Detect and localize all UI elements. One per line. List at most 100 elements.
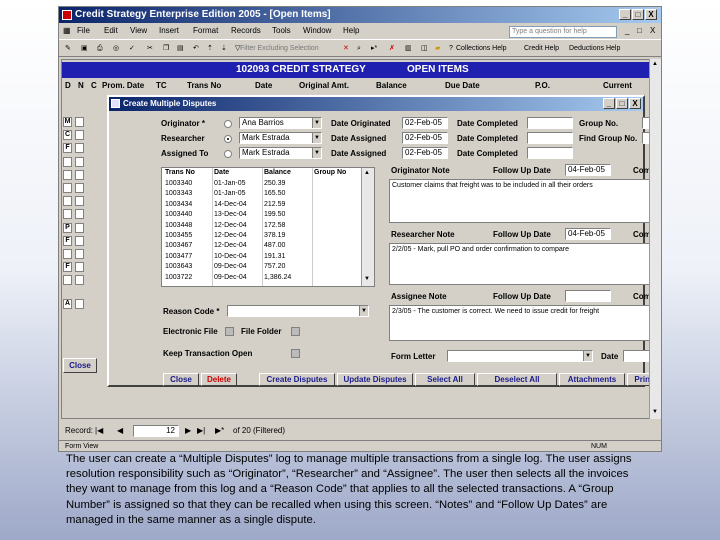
close-form-button[interactable]: Close bbox=[63, 358, 97, 373]
list-item[interactable]: 1003440 13-Dec-04 199.50 bbox=[162, 210, 362, 220]
originator-select[interactable]: Ana Barrios ▼ bbox=[239, 117, 322, 129]
list-item[interactable]: 1003455 12-Dec-04 378.19 bbox=[162, 231, 362, 241]
row-flag-2[interactable] bbox=[75, 222, 84, 233]
row-flag[interactable]: F bbox=[63, 235, 72, 246]
row-flag-2[interactable] bbox=[75, 299, 84, 309]
row-flag[interactable]: A bbox=[63, 299, 72, 309]
list-item[interactable]: 1003467 12-Dec-04 487.00 bbox=[162, 241, 362, 251]
row-flag-2[interactable] bbox=[75, 235, 84, 246]
update-disputes-button[interactable]: Update Disputes bbox=[337, 373, 413, 386]
doc-minimize-button[interactable]: _ bbox=[625, 23, 629, 39]
help-icon[interactable]: ? bbox=[449, 40, 453, 58]
dialog-maximize-button[interactable]: □ bbox=[616, 98, 628, 109]
menu-file[interactable]: File bbox=[77, 23, 90, 39]
menu-insert[interactable]: Insert bbox=[159, 23, 179, 39]
menu-window[interactable]: Window bbox=[303, 23, 331, 39]
prev-record-icon[interactable]: ◀ bbox=[117, 424, 123, 438]
row-flag[interactable] bbox=[63, 183, 72, 193]
date-completed-field[interactable] bbox=[527, 117, 573, 129]
list-item[interactable]: 1003340 01-Jan-05 250.39 bbox=[162, 179, 362, 189]
scroll-up-icon[interactable]: ▲ bbox=[652, 61, 658, 67]
date-completed-field-2[interactable] bbox=[527, 132, 573, 144]
electronic-file-checkbox[interactable] bbox=[225, 327, 234, 336]
help-search-input[interactable]: Type a question for help bbox=[509, 26, 617, 38]
row-flag-2[interactable] bbox=[75, 183, 84, 193]
row-flag-2[interactable] bbox=[75, 156, 84, 167]
menu-help[interactable]: Help bbox=[343, 23, 359, 39]
folder-icon[interactable]: ▰ bbox=[435, 40, 440, 58]
save-icon[interactable]: ▣ bbox=[81, 40, 88, 58]
date-assigned-field-2[interactable]: 02-Feb-05 bbox=[402, 147, 448, 159]
transactions-listbox[interactable]: Trans No Date Balance Group No 1003340 01… bbox=[161, 167, 375, 287]
row-flag-2[interactable] bbox=[75, 209, 84, 220]
originator-followup-field[interactable]: 04-Feb-05 bbox=[565, 164, 611, 176]
form-scrollbar[interactable]: ▲ ▼ bbox=[649, 59, 661, 419]
filter-excluding-button[interactable]: Filter Excluding Selection bbox=[240, 40, 319, 58]
originator-note-text[interactable]: Customer claims that freight was to be i… bbox=[389, 179, 661, 223]
researcher-note-text[interactable]: 2/2/05 - Mark, pull PO and order confirm… bbox=[389, 243, 661, 285]
assigned-to-radio[interactable] bbox=[224, 150, 232, 158]
remove-filter-icon[interactable]: ✕ bbox=[343, 40, 349, 58]
new-record-nav-icon[interactable]: ▶* bbox=[215, 424, 224, 438]
doc-restore-button[interactable]: □ bbox=[637, 23, 642, 39]
undo-icon[interactable]: ↶ bbox=[193, 40, 199, 58]
row-flag[interactable] bbox=[63, 156, 72, 167]
scroll-up-icon[interactable]: ▲ bbox=[364, 170, 370, 176]
delete-record-icon[interactable]: ✗ bbox=[389, 40, 395, 58]
researcher-radio[interactable] bbox=[224, 135, 232, 143]
row-flag-2[interactable] bbox=[75, 262, 84, 273]
row-flag[interactable] bbox=[63, 196, 72, 207]
new-object-icon[interactable]: ◫ bbox=[421, 40, 428, 58]
scroll-down-icon[interactable]: ▼ bbox=[364, 276, 370, 282]
maximize-button[interactable]: □ bbox=[632, 9, 644, 20]
next-record-icon[interactable]: ▶ bbox=[185, 424, 191, 438]
assignee-followup-field[interactable] bbox=[565, 290, 611, 302]
cut-icon[interactable]: ✂ bbox=[147, 40, 153, 58]
list-item[interactable]: 1003434 14-Dec-04 212.59 bbox=[162, 200, 362, 210]
minimize-button[interactable]: _ bbox=[619, 9, 631, 20]
preview-icon[interactable]: ◎ bbox=[113, 40, 119, 58]
list-item[interactable]: 1003477 10-Dec-04 191.31 bbox=[162, 252, 362, 262]
database-icon[interactable]: ▥ bbox=[405, 40, 412, 58]
copy-icon[interactable]: ❐ bbox=[163, 40, 169, 58]
spelling-icon[interactable]: ✓ bbox=[129, 40, 135, 58]
deselect-all-button[interactable]: Deselect All bbox=[477, 373, 557, 386]
first-record-icon[interactable]: |◀ bbox=[95, 424, 103, 438]
row-flag-2[interactable] bbox=[75, 143, 84, 154]
deductions-help-button[interactable]: Deductions Help bbox=[569, 40, 620, 58]
menu-format[interactable]: Format bbox=[193, 23, 218, 39]
menu-edit[interactable]: Edit bbox=[104, 23, 118, 39]
sort-asc-icon[interactable]: ⇡ bbox=[207, 40, 213, 58]
collections-help-button[interactable]: Collections Help bbox=[456, 40, 507, 58]
list-item[interactable]: 1003643 09-Dec-04 757.20 bbox=[162, 262, 362, 272]
menu-tools[interactable]: Tools bbox=[272, 23, 291, 39]
form-letter-select[interactable]: ▼ bbox=[447, 350, 593, 362]
researcher-select[interactable]: Mark Estrada ▼ bbox=[239, 132, 322, 144]
row-flag[interactable]: P bbox=[63, 222, 72, 233]
dialog-close-button-bottom[interactable]: Close bbox=[163, 373, 199, 386]
menu-view[interactable]: View bbox=[130, 23, 147, 39]
originator-radio[interactable] bbox=[224, 120, 232, 128]
delete-button[interactable]: Delete bbox=[201, 373, 237, 386]
dialog-minimize-button[interactable]: _ bbox=[603, 98, 615, 109]
row-flag-2[interactable] bbox=[75, 196, 84, 207]
list-item[interactable]: 1003343 01-Jan-05 165.50 bbox=[162, 189, 362, 199]
row-flag-2[interactable] bbox=[75, 275, 84, 286]
row-flag-2[interactable] bbox=[75, 130, 84, 141]
row-flag[interactable] bbox=[63, 209, 72, 220]
row-flag-2[interactable] bbox=[75, 117, 84, 127]
last-record-icon[interactable]: ▶| bbox=[197, 424, 205, 438]
row-flag[interactable]: F bbox=[63, 143, 72, 154]
date-assigned-field[interactable]: 02-Feb-05 bbox=[402, 132, 448, 144]
create-disputes-button[interactable]: Create Disputes bbox=[259, 373, 335, 386]
assigned-to-select[interactable]: Mark Estrada ▼ bbox=[239, 147, 322, 159]
keep-open-checkbox[interactable] bbox=[291, 349, 300, 358]
credit-help-button[interactable]: Credit Help bbox=[524, 40, 559, 58]
paste-icon[interactable]: ▤ bbox=[177, 40, 184, 58]
doc-close-button[interactable]: X bbox=[650, 23, 655, 39]
date-originated-field[interactable]: 02-Feb-05 bbox=[402, 117, 448, 129]
row-flag-2[interactable] bbox=[75, 169, 84, 180]
row-flag[interactable] bbox=[63, 249, 72, 259]
record-number-field[interactable]: 12 bbox=[133, 425, 179, 437]
researcher-followup-field[interactable]: 04-Feb-05 bbox=[565, 228, 611, 240]
